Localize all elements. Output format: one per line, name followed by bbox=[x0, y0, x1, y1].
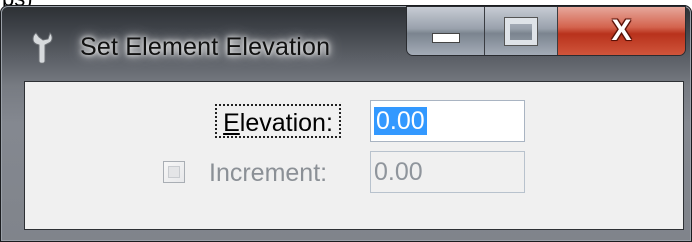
minimize-button[interactable] bbox=[407, 7, 486, 55]
title-bar[interactable]: Set Element Elevation X bbox=[0, 5, 692, 81]
minimize-icon bbox=[431, 33, 460, 43]
increment-checkbox[interactable] bbox=[163, 161, 185, 183]
maximize-button[interactable] bbox=[485, 7, 558, 55]
elevation-input[interactable]: 0.00 bbox=[370, 100, 525, 142]
dialog-window: Set Element Elevation X Elevation: 0.00 … bbox=[0, 5, 692, 242]
caption-buttons: X bbox=[407, 7, 685, 55]
increment-input[interactable]: 0.00 bbox=[370, 151, 525, 193]
elevation-label-mnemonic: E bbox=[223, 109, 240, 137]
window-title: Set Element Elevation bbox=[80, 33, 331, 61]
elevation-label-text: levation: bbox=[239, 109, 333, 137]
close-button[interactable]: X bbox=[557, 7, 685, 55]
maximize-icon bbox=[505, 17, 538, 45]
wrench-icon bbox=[32, 32, 53, 64]
elevation-label[interactable]: Elevation: bbox=[215, 104, 341, 138]
increment-label: Increment: bbox=[209, 159, 328, 187]
elevation-value: 0.00 bbox=[374, 107, 427, 135]
dialog-content: Elevation: 0.00 Increment: 0.00 bbox=[24, 81, 684, 230]
close-icon: X bbox=[611, 14, 632, 47]
increment-row: Increment: 0.00 bbox=[25, 151, 683, 195]
elevation-row: Elevation: 0.00 bbox=[25, 100, 683, 144]
